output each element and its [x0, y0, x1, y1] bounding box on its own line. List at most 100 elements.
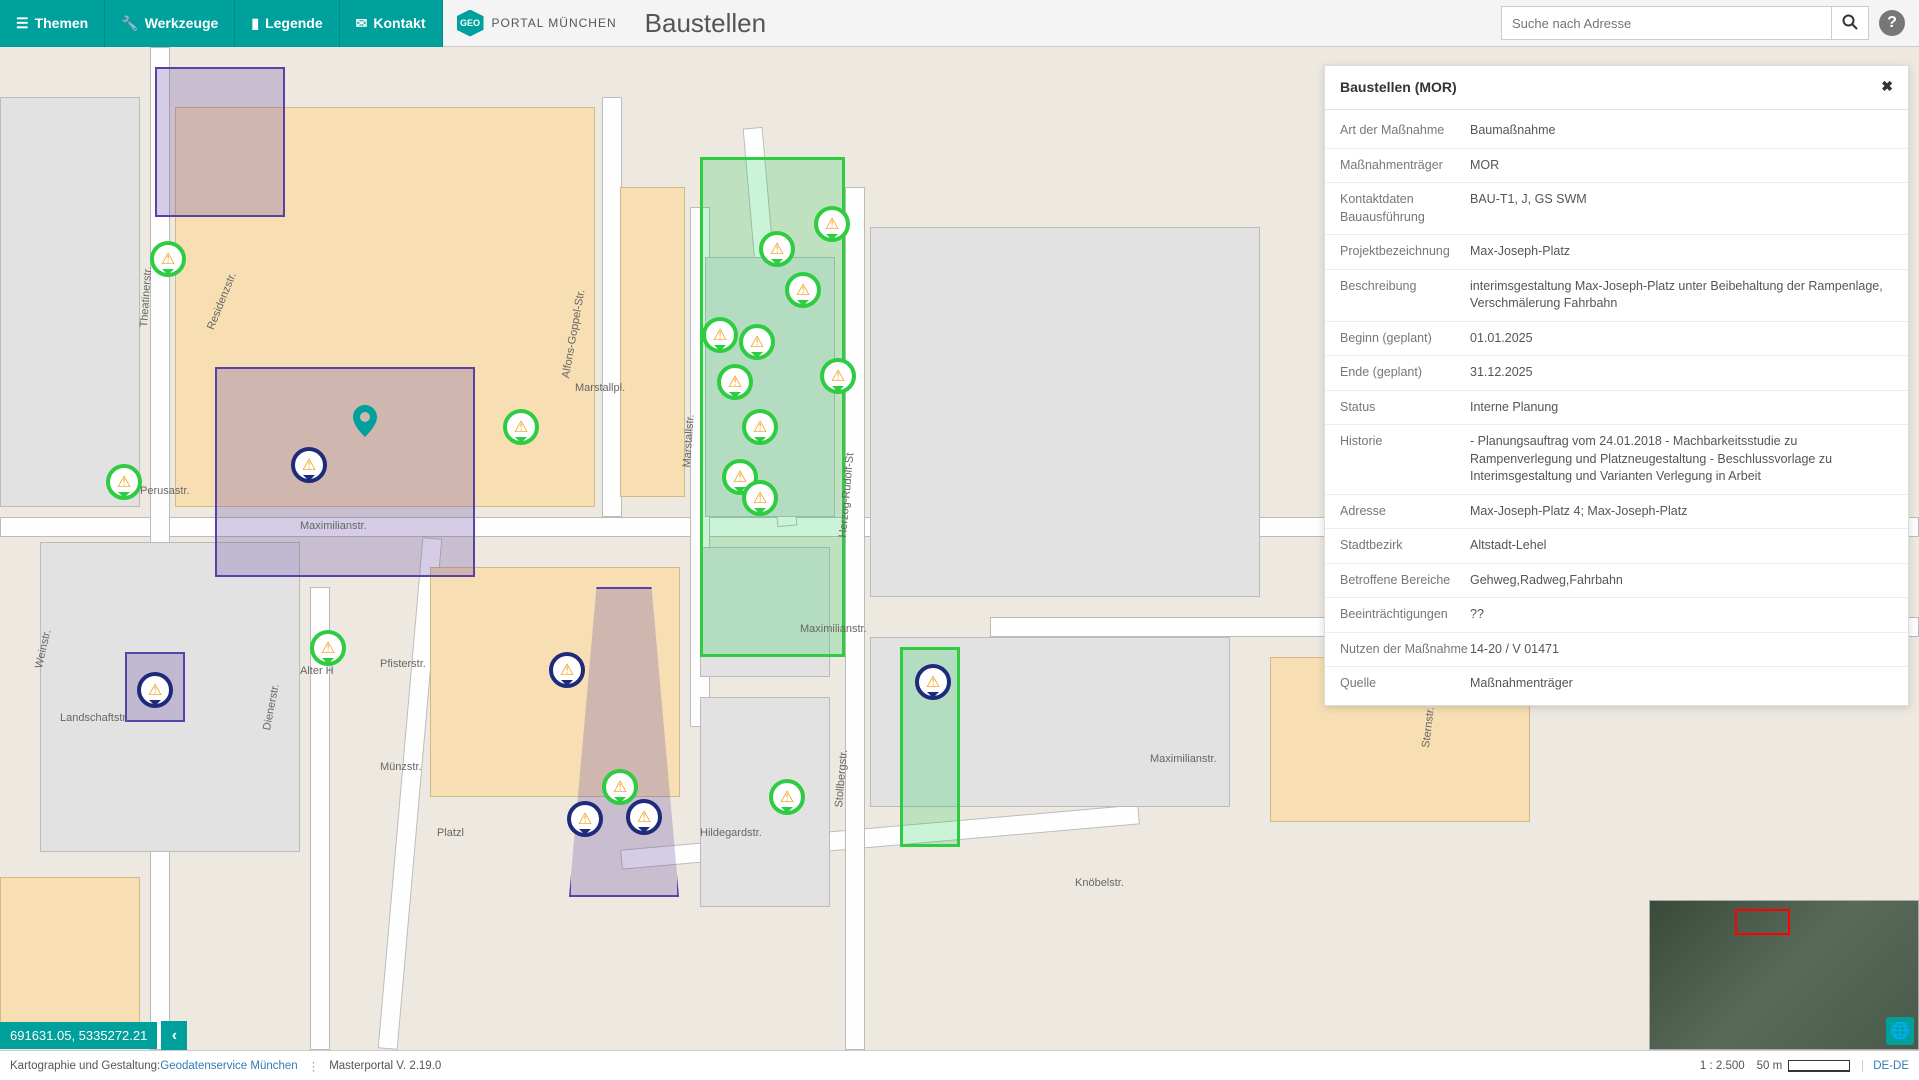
menu-werkzeuge[interactable]: 🔧Werkzeuge — [105, 0, 235, 47]
street-label: Perusastr. — [140, 485, 190, 497]
info-row: Beeinträchtigungen?? — [1325, 598, 1908, 633]
scale-distance: 50 m — [1757, 1060, 1783, 1072]
scale-segment — [1788, 1060, 1850, 1072]
info-value: 31.12.2025 — [1470, 364, 1893, 382]
info-value: 14-20 / V 01471 — [1470, 641, 1893, 659]
worker-icon: ⚠ — [796, 280, 810, 300]
construction-marker[interactable]: ⚠ — [739, 324, 775, 360]
worker-icon: ⚠ — [728, 372, 742, 392]
book-icon: ▮ — [251, 15, 259, 32]
street-label: Marstallpl. — [575, 382, 625, 394]
scale-bar: 50 m — [1757, 1060, 1851, 1072]
construction-marker[interactable]: ⚠ — [503, 409, 539, 445]
worker-icon: ⚠ — [780, 787, 794, 807]
worker-icon: ⚠ — [637, 807, 651, 827]
construction-marker[interactable]: ⚠ — [137, 672, 173, 708]
info-label: Adresse — [1340, 503, 1470, 521]
info-label: Status — [1340, 399, 1470, 417]
street-label: Maximilianstr. — [800, 623, 867, 635]
construction-marker[interactable]: ⚠ — [106, 464, 142, 500]
info-panel-title: Baustellen (MOR) — [1340, 79, 1457, 95]
menu-legende[interactable]: ▮ Legende — [235, 0, 339, 47]
worker-icon: ⚠ — [117, 472, 131, 492]
wrench-icon: 🔧 — [121, 15, 138, 32]
construction-marker[interactable]: ⚠ — [742, 480, 778, 516]
info-label: Betroffene Bereiche — [1340, 572, 1470, 590]
construction-marker[interactable]: ⚠ — [626, 799, 662, 835]
globe-button[interactable]: 🌐 — [1886, 1017, 1914, 1045]
street-label: Maximilianstr. — [300, 520, 367, 532]
info-label: Historie — [1340, 433, 1470, 486]
info-value: 01.01.2025 — [1470, 330, 1893, 348]
info-value: Max-Joseph-Platz — [1470, 243, 1893, 261]
construction-marker[interactable]: ⚠ — [759, 231, 795, 267]
list-icon: ☰ — [16, 15, 29, 32]
brand-label: PORTAL MÜNCHEN — [492, 16, 617, 30]
menu-themen-label: Themen — [35, 15, 89, 31]
info-row: Ende (geplant)31.12.2025 — [1325, 356, 1908, 391]
help-button[interactable]: ? — [1879, 10, 1905, 36]
info-value: Maßnahmenträger — [1470, 675, 1893, 693]
construction-marker[interactable]: ⚠ — [915, 664, 951, 700]
info-value: Baumaßnahme — [1470, 122, 1893, 140]
info-label: Kontaktdaten Bauausführung — [1340, 191, 1470, 226]
menu-kontakt[interactable]: ✉Kontakt — [340, 0, 443, 47]
info-row: QuelleMaßnahmenträger — [1325, 667, 1908, 701]
info-label: Beeinträchtigungen — [1340, 606, 1470, 624]
construction-marker[interactable]: ⚠ — [742, 409, 778, 445]
worker-icon: ⚠ — [560, 660, 574, 680]
menu-themen[interactable]: ☰ Themen — [0, 0, 105, 47]
info-panel: Baustellen (MOR) ✖ Art der MaßnahmeBauma… — [1324, 65, 1909, 706]
construction-marker[interactable]: ⚠ — [310, 630, 346, 666]
search-button[interactable] — [1831, 6, 1869, 40]
language-selector[interactable]: DE-DE — [1862, 1060, 1909, 1072]
construction-marker[interactable]: ⚠ — [549, 652, 585, 688]
worker-icon: ⚠ — [831, 366, 845, 386]
info-row: StadtbezirkAltstadt-Lehel — [1325, 529, 1908, 564]
info-row: AdresseMax-Joseph-Platz 4; Max-Joseph-Pl… — [1325, 495, 1908, 530]
construction-marker[interactable]: ⚠ — [702, 317, 738, 353]
minimap[interactable]: 🌐 — [1649, 900, 1919, 1050]
info-value: ?? — [1470, 606, 1893, 624]
coordinates-display: 691631.05, 5335272.21 — [0, 1022, 157, 1049]
coord-collapse-button[interactable]: ‹ — [161, 1021, 187, 1050]
info-value: - Planungsauftrag vom 24.01.2018 - Machb… — [1470, 433, 1893, 486]
construction-marker[interactable]: ⚠ — [717, 364, 753, 400]
construction-marker[interactable]: ⚠ — [150, 241, 186, 277]
menu-kontakt-label: Kontakt — [373, 15, 425, 31]
street-label: Münzstr. — [380, 761, 422, 773]
info-label: Maßnahmenträger — [1340, 157, 1470, 175]
info-row: StatusInterne Planung — [1325, 391, 1908, 426]
worker-icon: ⚠ — [825, 214, 839, 234]
footer-separator: ⋮ — [308, 1059, 320, 1073]
construction-marker[interactable]: ⚠ — [567, 801, 603, 837]
street-label: Landschaftstr. — [60, 712, 129, 724]
info-value: BAU-T1, J, GS SWM — [1470, 191, 1893, 226]
construction-marker[interactable]: ⚠ — [814, 206, 850, 242]
minimap-viewport-rect — [1735, 909, 1790, 935]
chevron-left-icon: ‹ — [172, 1027, 177, 1045]
construction-marker[interactable]: ⚠ — [602, 769, 638, 805]
construction-marker[interactable]: ⚠ — [785, 272, 821, 308]
info-row: Betroffene BereicheGehweg,Radweg,Fahrbah… — [1325, 564, 1908, 599]
worker-icon: ⚠ — [578, 809, 592, 829]
search-input[interactable] — [1501, 6, 1831, 40]
page-title: Baustellen — [645, 8, 766, 39]
street-label: Maximilianstr. — [1150, 753, 1217, 765]
menu-legende-label: Legende — [265, 15, 323, 31]
info-label: Quelle — [1340, 675, 1470, 693]
close-button[interactable]: ✖ — [1881, 78, 1893, 95]
scale-ratio: 1 : 2.500 — [1700, 1060, 1745, 1072]
search-icon — [1842, 14, 1858, 33]
construction-marker[interactable]: ⚠ — [769, 779, 805, 815]
construction-marker[interactable]: ⚠ — [291, 447, 327, 483]
attribution-link[interactable]: Geodatenservice München — [160, 1060, 297, 1072]
globe-icon: 🌐 — [1890, 1021, 1910, 1041]
street-label: Knöbelstr. — [1075, 877, 1124, 889]
info-value: Altstadt-Lehel — [1470, 537, 1893, 555]
worker-icon: ⚠ — [302, 455, 316, 475]
selected-location-pin-icon — [353, 405, 377, 437]
worker-icon: ⚠ — [770, 239, 784, 259]
info-value: Max-Joseph-Platz 4; Max-Joseph-Platz — [1470, 503, 1893, 521]
construction-marker[interactable]: ⚠ — [820, 358, 856, 394]
